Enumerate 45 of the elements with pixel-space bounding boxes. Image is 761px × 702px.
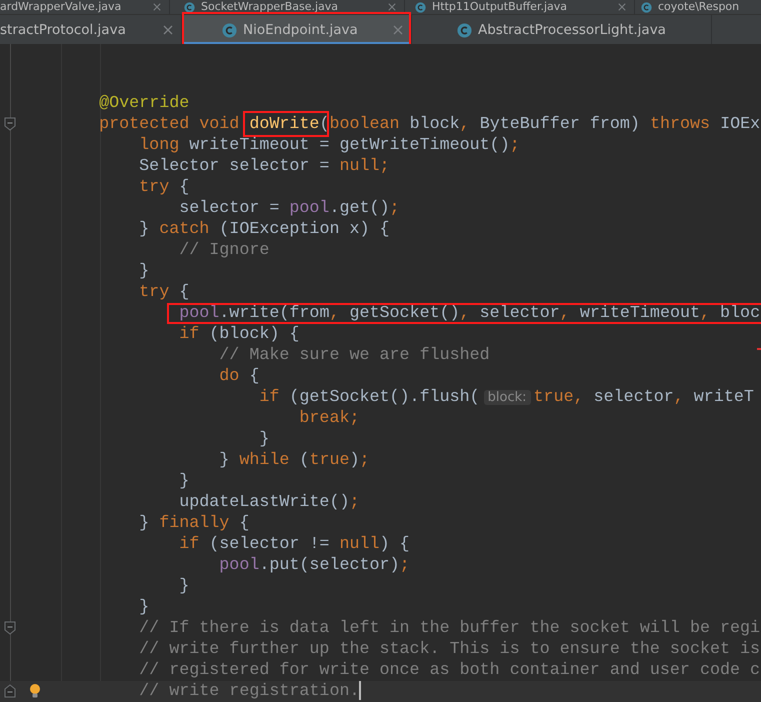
editor-tab[interactable]: NioEndpoint.java — [182, 15, 412, 44]
editor-tab[interactable]: Http11OutputBuffer.java — [405, 0, 635, 14]
code-line: // write further up the stack. This is to ensure the socket is — [139, 640, 760, 659]
code-line: // Ignore — [179, 241, 270, 260]
code-line: // write registration. — [139, 682, 360, 701]
code-line: if (getSocket().flush( block: true, selector, writeT — [259, 388, 754, 407]
code-line: try { — [139, 178, 190, 197]
code-line: } while (true); — [219, 451, 370, 470]
code-line: } catch (IOException x) { — [139, 220, 390, 239]
close-icon[interactable] — [153, 3, 161, 11]
close-icon[interactable] — [393, 25, 403, 35]
code-line: // Make sure we are flushed — [219, 346, 490, 365]
close-icon[interactable] — [163, 25, 173, 35]
code-line: do { — [219, 367, 260, 386]
code-line: Selector selector = null; — [139, 157, 390, 176]
code-line: break; — [299, 409, 360, 428]
fold-marker-icon[interactable] — [4, 684, 16, 698]
close-icon[interactable] — [618, 3, 626, 11]
code-line: try { — [139, 283, 190, 302]
lightbulb-icon[interactable] — [29, 683, 41, 699]
code-line: } — [179, 472, 190, 491]
code-line: // registered for write once as both container and user code c — [139, 661, 760, 680]
code-line: } finally { — [139, 514, 250, 533]
code-line: if (selector != null) { — [179, 535, 410, 554]
code-line: if (block) { — [179, 325, 300, 344]
class-icon — [457, 22, 472, 38]
close-icon[interactable] — [388, 3, 396, 11]
editor-tab[interactable]: ardWrapperValve.java — [0, 0, 170, 14]
code-line: updateLastWrite(); — [179, 493, 360, 512]
code-line: // If there is data left in the buffer the socket will be regi — [139, 619, 760, 638]
code-line: } — [139, 262, 150, 281]
editor-tab[interactable]: coyote\Respon — [635, 0, 761, 14]
code-line: pool.put(selector); — [219, 556, 410, 575]
code-line: selector = pool.get(); — [179, 199, 400, 218]
code-line: protected void doWrite(boolean block, ByteBuffer from) throws IOEx — [99, 115, 760, 134]
text-cursor — [359, 681, 362, 700]
code-line: } — [139, 598, 150, 617]
code-line: } — [259, 430, 270, 449]
editor-tab[interactable]: SocketWrapperBase.java — [170, 0, 405, 14]
code-line: @Override — [99, 94, 190, 113]
class-icon — [222, 22, 237, 38]
class-icon — [184, 2, 195, 12]
code-line: } — [179, 577, 190, 596]
code-line: pool.write(from, getSocket(), selector, writeTimeout, bloc — [179, 304, 760, 323]
code-line: long writeTimeout = getWriteTimeout(); — [139, 136, 520, 155]
